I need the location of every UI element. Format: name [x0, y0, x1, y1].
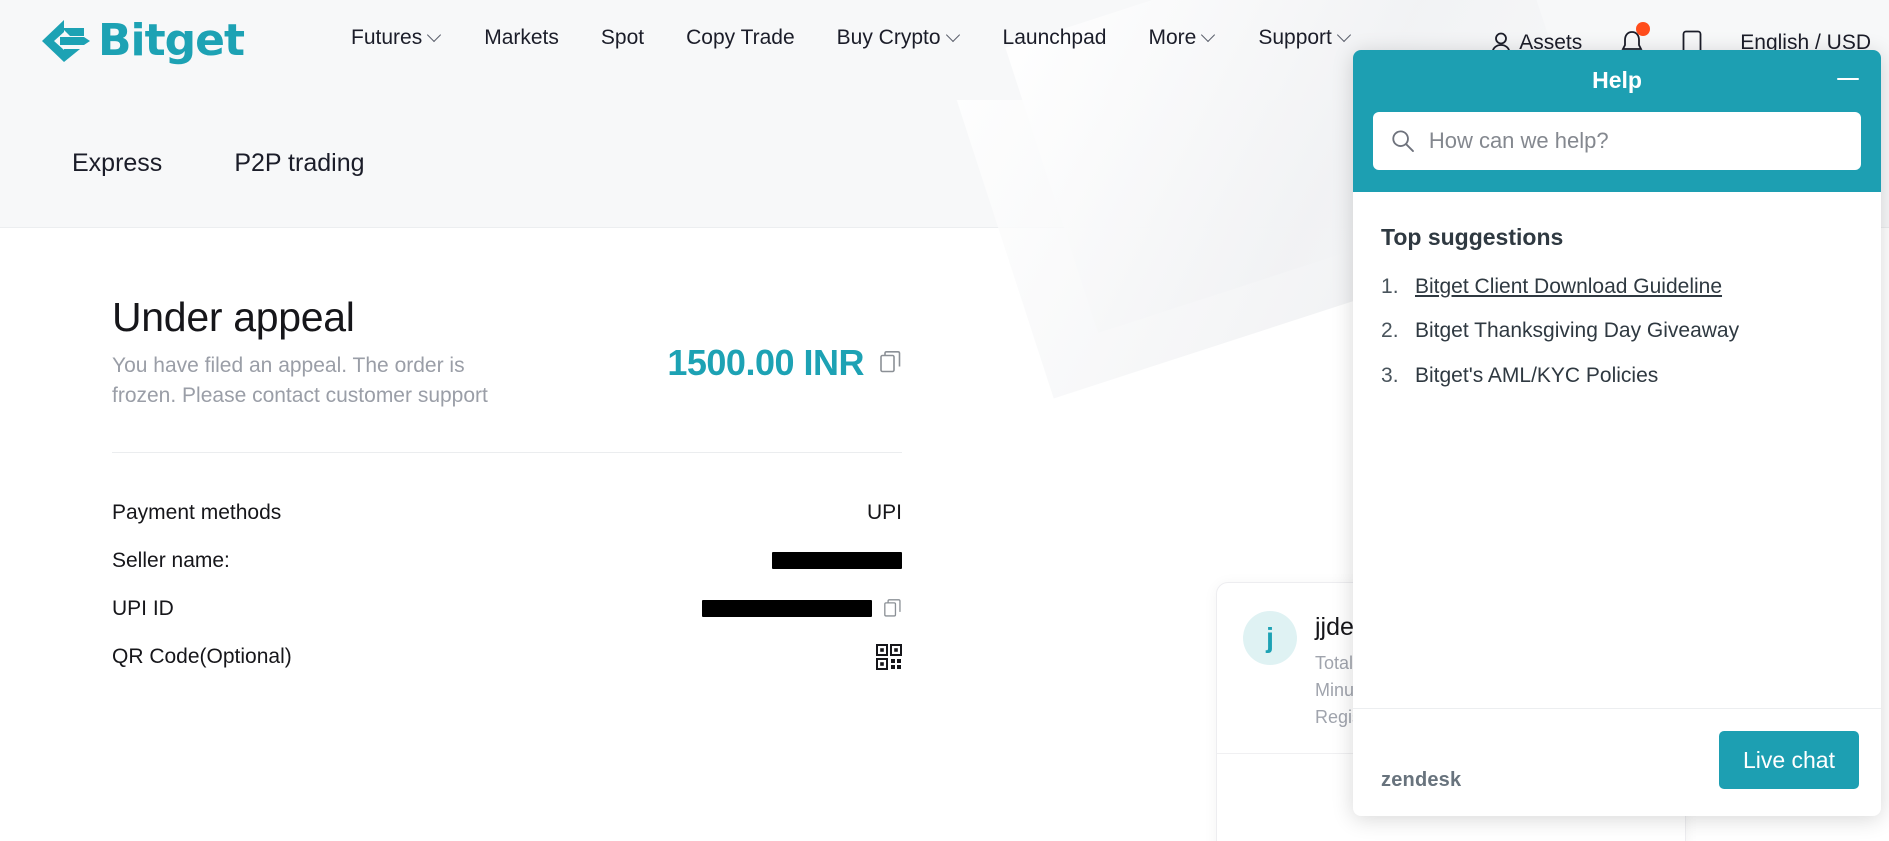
live-chat-button[interactable]: Live chat: [1718, 731, 1859, 789]
redacted-value: [702, 600, 872, 618]
search-icon: [1392, 130, 1414, 152]
order-detail-card: Under appeal You have filed an appeal. T…: [112, 294, 902, 681]
row-label: QR Code(Optional): [112, 644, 292, 668]
nav-item-launchpad[interactable]: Launchpad: [982, 26, 1128, 50]
suggestion-label: Bitget's AML/KYC Policies: [1415, 363, 1659, 387]
notification-badge-dot: [1636, 22, 1651, 36]
nav-label: Launchpad: [1002, 26, 1107, 49]
nav-item-buy-crypto[interactable]: Buy Crypto: [816, 26, 982, 50]
nav-label: Futures: [351, 26, 423, 49]
row-value: [772, 552, 902, 570]
help-widget: Help Top suggestions Bitget Client Downl…: [1353, 50, 1881, 816]
nav-label: Markets: [484, 26, 559, 49]
top-suggestions-list: Bitget Client Download Guideline Bitget …: [1381, 265, 1853, 399]
nav-label: More: [1148, 26, 1197, 49]
qr-code-icon[interactable]: [876, 643, 902, 670]
table-row: QR Code(Optional): [112, 633, 902, 681]
suggestion-item-3[interactable]: Bitget's AML/KYC Policies: [1381, 354, 1853, 399]
bitget-logo[interactable]: Bitget: [34, 15, 245, 66]
table-row: Payment methods UPI: [112, 489, 902, 537]
nav-item-more[interactable]: More: [1127, 26, 1237, 50]
help-search-box[interactable]: [1373, 111, 1861, 170]
section-divider: [112, 451, 902, 453]
table-row: UPI ID: [112, 585, 902, 633]
zendesk-brand-label: zendesk: [1381, 769, 1462, 791]
nav-item-futures[interactable]: Futures: [330, 26, 463, 50]
row-label: Payment methods: [112, 500, 282, 524]
nav-label: Spot: [600, 26, 645, 49]
chevron-down-icon: [1203, 30, 1216, 43]
chevron-down-icon: [429, 30, 442, 43]
avatar: j: [1243, 611, 1297, 665]
copy-icon[interactable]: [884, 599, 902, 619]
help-widget-header: Help: [1353, 50, 1881, 192]
row-label: UPI ID: [112, 596, 174, 620]
row-label: Seller name:: [112, 548, 230, 572]
minimize-icon[interactable]: [1835, 68, 1861, 90]
chevron-down-icon: [1339, 30, 1352, 43]
row-value: UPI: [866, 500, 902, 524]
order-detail-rows: Payment methods UPI Seller name: UPI ID: [112, 489, 902, 681]
bitget-logo-icon: [42, 20, 90, 62]
suggestion-item-1[interactable]: Bitget Client Download Guideline: [1381, 265, 1853, 310]
row-value: [876, 643, 902, 670]
nav-label: Buy Crypto: [836, 26, 941, 49]
help-widget-footer: zendesk Live chat: [1353, 708, 1881, 816]
nav-item-copy-trade[interactable]: Copy Trade: [665, 26, 816, 50]
chevron-down-icon: [948, 30, 961, 43]
search-input[interactable]: [1428, 127, 1843, 154]
help-widget-body: Top suggestions Bitget Client Download G…: [1353, 192, 1881, 708]
suggestion-label: Bitget Thanksgiving Day Giveaway: [1415, 319, 1740, 343]
suggestion-label: Bitget Client Download Guideline: [1415, 274, 1723, 298]
nav-item-spot[interactable]: Spot: [580, 26, 665, 50]
order-amount-block: 1500.00 INR: [667, 342, 902, 384]
subnav-item-p2p-trading[interactable]: P2P trading: [234, 149, 364, 178]
redacted-value: [772, 552, 902, 570]
bitget-logo-text: Bitget: [98, 15, 245, 66]
chat-message-row: You have th: [1217, 816, 1685, 841]
nav-label: Copy Trade: [686, 26, 795, 49]
top-suggestions-title: Top suggestions: [1381, 223, 1564, 250]
order-amount: 1500.00 INR: [667, 342, 864, 383]
page-title: Under appeal: [112, 294, 355, 340]
main-navigation: Futures Markets Spot Copy Trade Buy Cryp…: [330, 26, 1373, 50]
nav-label: Support: [1258, 26, 1332, 49]
subnav-item-express[interactable]: Express: [72, 149, 162, 178]
suggestion-item-2[interactable]: Bitget Thanksgiving Day Giveaway: [1381, 309, 1853, 354]
order-status-description: You have filed an appeal. The order is f…: [112, 354, 488, 408]
nav-item-support[interactable]: Support: [1237, 26, 1373, 50]
page-root: Bitget Futures Markets Spot Copy Trade B…: [0, 0, 1889, 841]
help-widget-title: Help: [1592, 67, 1642, 93]
table-row: Seller name:: [112, 537, 902, 585]
nav-item-markets[interactable]: Markets: [463, 26, 580, 50]
copy-icon[interactable]: [880, 351, 902, 375]
row-value: [702, 599, 902, 619]
